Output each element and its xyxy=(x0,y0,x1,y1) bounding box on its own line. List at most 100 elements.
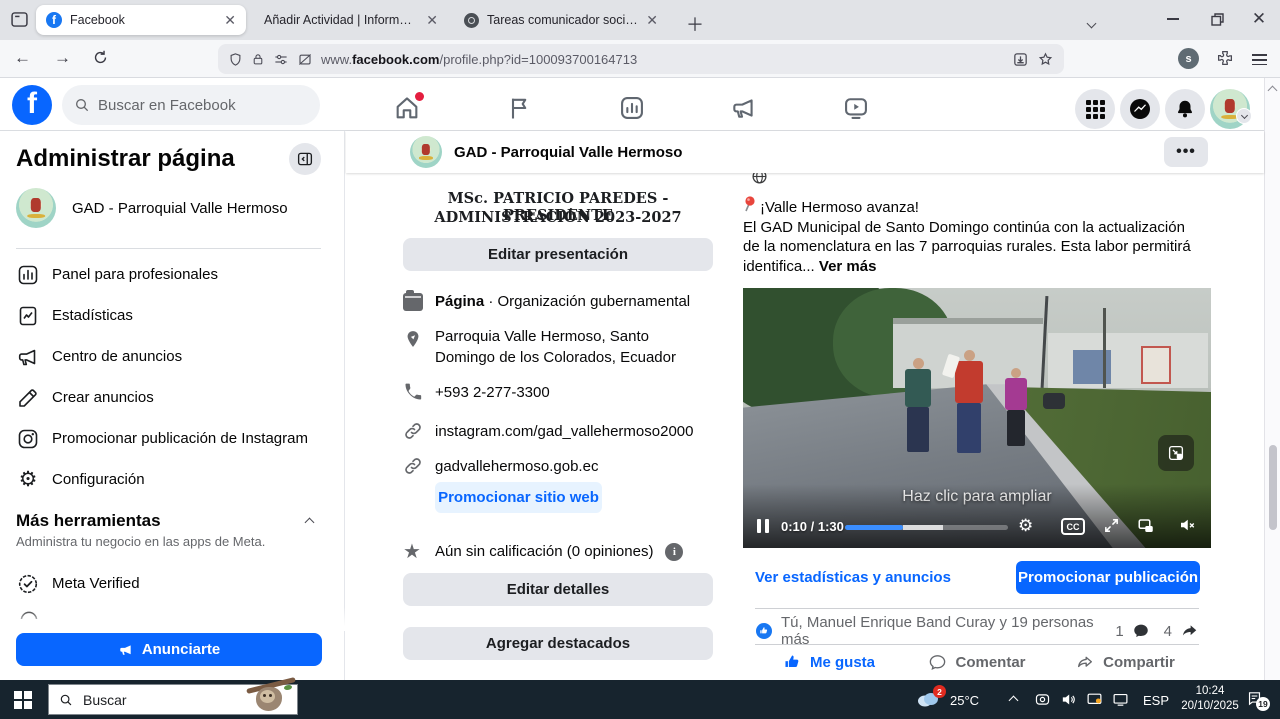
start-button[interactable] xyxy=(14,691,32,709)
back-icon[interactable]: ← xyxy=(14,48,31,68)
website-row: gadvallehermoso.gob.ec xyxy=(403,456,713,477)
weather-cloud-icon[interactable]: 2 xyxy=(916,690,940,707)
extension-s-icon[interactable]: s xyxy=(1178,48,1199,69)
tab-facebook[interactable]: f Facebook ✕ xyxy=(36,5,246,35)
list-tabs-icon[interactable] xyxy=(1088,14,1095,32)
divider xyxy=(16,248,321,249)
scrollbar-thumb[interactable] xyxy=(1269,445,1277,530)
edit-details-button[interactable]: Editar detalles xyxy=(403,573,713,606)
ads-megaphone-tab[interactable] xyxy=(730,94,758,122)
video-minimize-button[interactable] xyxy=(1158,435,1194,471)
gear-icon: ⚙ xyxy=(16,469,40,490)
comment-button[interactable]: Comentar xyxy=(903,647,1051,677)
info-icon[interactable]: i xyxy=(665,543,683,561)
sidebar-item-instagram[interactable]: Promocionar publicación de Instagram xyxy=(0,418,345,459)
apps-grid-button[interactable] xyxy=(1075,89,1115,129)
more-tools-subtitle: Administra tu negocio en las apps de Met… xyxy=(16,534,265,549)
post-video[interactable]: Haz clic para ampliar 0:10 / 1:30 ⚙ CC xyxy=(743,288,1211,548)
sidebar-item-estadisticas[interactable]: Estadísticas xyxy=(0,295,345,336)
restore-button[interactable] xyxy=(1196,0,1238,38)
advertise-button[interactable]: Anunciarte xyxy=(16,633,322,666)
reactions-text[interactable]: Tú, Manuel Enrique Band Curay y 19 perso… xyxy=(781,614,1107,648)
network-icon[interactable] xyxy=(1112,691,1129,708)
bookmark-star-icon[interactable] xyxy=(1037,51,1054,68)
promote-website-button[interactable]: Promocionar sitio web xyxy=(435,482,602,513)
category-label: Página xyxy=(435,293,484,310)
pause-button[interactable] xyxy=(757,519,769,533)
edit-intro-button[interactable]: Editar presentación xyxy=(403,238,713,271)
url-bar[interactable]: www.facebook.com/profile.php?id=10009370… xyxy=(218,44,1064,74)
collapse-sidebar-button[interactable] xyxy=(289,143,321,175)
close-tab-icon[interactable]: ✕ xyxy=(646,12,658,29)
facebook-search-input[interactable]: Buscar en Facebook xyxy=(62,85,320,125)
sidebar-item-panel[interactable]: Panel para profesionales xyxy=(0,254,345,295)
notifications-button[interactable] xyxy=(1165,89,1205,129)
extensions-puzzle-icon[interactable] xyxy=(1216,49,1234,67)
forward-icon[interactable]: → xyxy=(54,48,71,68)
page-avatar[interactable] xyxy=(16,188,56,228)
video-settings-gear-icon[interactable]: ⚙ xyxy=(1018,516,1033,536)
clock[interactable]: 10:24 20/10/2025 xyxy=(1180,684,1240,714)
camera-tray-icon[interactable] xyxy=(1034,691,1051,708)
video-tab[interactable] xyxy=(842,94,870,122)
menu-hamburger-icon[interactable] xyxy=(1252,51,1267,68)
account-chevron-icon[interactable] xyxy=(1236,108,1252,124)
page-category-icon xyxy=(403,293,423,311)
sidebar-item-crear-anuncios[interactable]: Crear anuncios xyxy=(0,377,345,418)
sidebar-page-name[interactable]: GAD - Parroquial Valle Hermoso xyxy=(72,200,288,217)
tab-informes[interactable]: Añadir Actividad | Informes Mensua ✕ xyxy=(254,5,448,35)
screen: f Facebook ✕ Añadir Actividad | Informes… xyxy=(0,0,1280,719)
facebook-logo[interactable]: f xyxy=(12,85,52,125)
address-text: Parroquia Valle Hermoso, Santo Domingo d… xyxy=(435,326,713,368)
messenger-button[interactable] xyxy=(1120,89,1160,129)
video-progress-bar[interactable] xyxy=(845,525,1008,530)
reload-icon[interactable] xyxy=(92,49,109,66)
page-scrollbar[interactable] xyxy=(1264,78,1280,680)
chevron-up-icon[interactable] xyxy=(306,513,313,531)
sidebar-item-centro-anuncios[interactable]: Centro de anuncios xyxy=(0,336,345,377)
promote-post-button[interactable]: Promocionar publicación xyxy=(1016,561,1200,594)
page-sticky-header: GAD - Parroquial Valle Hermoso xyxy=(346,131,1264,173)
motorcycle xyxy=(1043,393,1065,409)
notification-center-icon[interactable]: 19 xyxy=(1246,690,1263,707)
tab-tareas[interactable]: Tareas comunicador social GAD ✕ xyxy=(454,5,668,35)
fullscreen-icon[interactable] xyxy=(1103,517,1120,534)
minimize-button[interactable] xyxy=(1152,0,1194,38)
sidebar-item-configuracion[interactable]: ⚙ Configuración xyxy=(0,459,345,500)
firefox-view-icon[interactable] xyxy=(9,9,30,30)
intro-title-line2: ADMINISTRACIÓN 2023-2027 xyxy=(403,209,713,226)
like-button[interactable]: Me gusta xyxy=(755,647,903,677)
close-tab-icon[interactable]: ✕ xyxy=(224,12,236,29)
new-tab-button[interactable]: ＋ xyxy=(686,11,704,37)
see-more-link[interactable]: Ver más xyxy=(819,258,877,275)
website-link[interactable]: gadvallehermoso.gob.ec xyxy=(435,456,598,477)
volume-muted-icon[interactable] xyxy=(1177,516,1197,534)
close-tab-icon[interactable]: ✕ xyxy=(426,12,438,29)
sidebar-item-meta-verified[interactable]: Meta Verified xyxy=(0,563,345,604)
close-window-button[interactable]: ✕ xyxy=(1238,0,1280,38)
volume-tray-icon[interactable] xyxy=(1060,691,1077,708)
comments-count[interactable]: 1 xyxy=(1115,623,1123,640)
shares-count[interactable]: 4 xyxy=(1164,623,1172,640)
pages-flag-tab[interactable] xyxy=(506,94,534,122)
captions-button[interactable]: CC xyxy=(1061,518,1085,535)
add-featured-button[interactable]: Agregar destacados xyxy=(403,627,713,660)
like-label: Me gusta xyxy=(810,654,875,671)
screen-share-icon[interactable] xyxy=(1086,691,1103,708)
share-button[interactable]: Compartir xyxy=(1051,647,1199,677)
instagram-link[interactable]: instagram.com/gad_vallehermoso2000 xyxy=(435,421,693,442)
scroll-up-arrow[interactable] xyxy=(1268,86,1278,96)
language-indicator[interactable]: ESP xyxy=(1143,693,1169,708)
home-tab[interactable] xyxy=(393,94,421,122)
facebook-favicon: f xyxy=(46,12,62,28)
dashboard-icon xyxy=(16,263,40,287)
like-reaction-icon[interactable] xyxy=(755,622,773,640)
temperature-text[interactable]: 25°C xyxy=(950,693,979,708)
pip-icon[interactable] xyxy=(1137,517,1155,535)
view-stats-link[interactable]: Ver estadísticas y anuncios xyxy=(755,569,951,586)
insights-tab[interactable] xyxy=(618,94,646,122)
tray-expand-chevron[interactable] xyxy=(1009,696,1019,706)
page-avatar-small[interactable] xyxy=(410,136,442,168)
save-page-icon[interactable] xyxy=(1012,51,1029,68)
more-options-button[interactable]: ••• xyxy=(1164,137,1208,167)
